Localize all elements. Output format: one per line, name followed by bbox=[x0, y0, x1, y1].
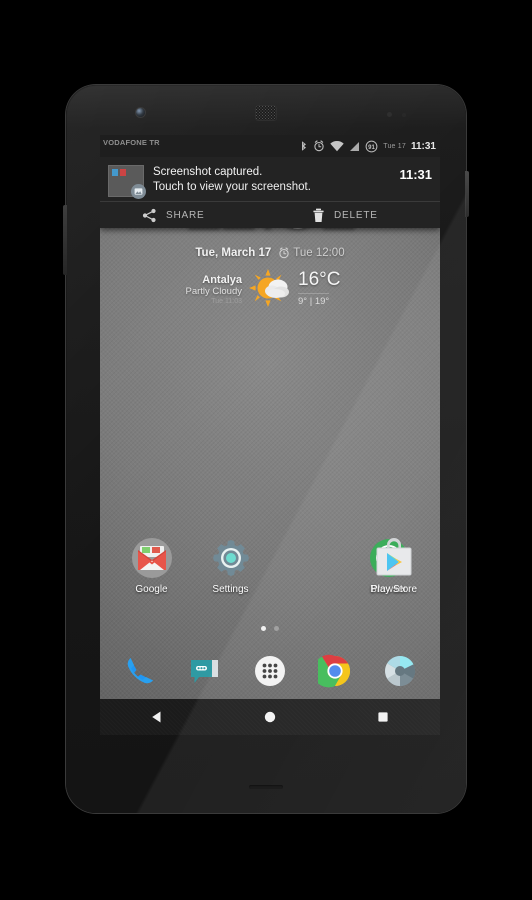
wifi-icon bbox=[330, 140, 344, 151]
dock-item-phone[interactable] bbox=[108, 654, 173, 688]
dock-item-chrome[interactable] bbox=[302, 654, 367, 688]
messaging-icon bbox=[191, 660, 219, 683]
triangle-left-icon bbox=[151, 711, 161, 723]
share-label: SHARE bbox=[166, 209, 205, 221]
status-bar-time: 11:31 bbox=[410, 140, 436, 152]
status-bar-date: Tue 17 bbox=[383, 142, 406, 150]
notification-subtitle: Touch to view your screenshot. bbox=[153, 181, 311, 193]
page-dot-2[interactable] bbox=[274, 626, 279, 631]
weather-updated-time: Tue 11:03 bbox=[211, 297, 242, 305]
screenshot-thumbnail bbox=[108, 165, 146, 199]
app-icon-play-store[interactable]: Play Store bbox=[362, 535, 426, 595]
notification-text-block: Screenshot captured. Touch to view your … bbox=[153, 165, 399, 195]
date-alarm-row: Tue, March 17 Tue 12:00 bbox=[100, 247, 440, 259]
app-label-google: Google bbox=[135, 584, 168, 595]
front-camera bbox=[136, 108, 145, 117]
recents-button[interactable] bbox=[327, 709, 440, 725]
trash-icon bbox=[313, 208, 324, 222]
status-bar: VODAFONE TR 91 Tue 17 11:31 bbox=[100, 135, 440, 157]
dock bbox=[100, 643, 440, 699]
battery-icon: 91 bbox=[365, 140, 378, 152]
share-action-button[interactable]: SHARE bbox=[100, 202, 270, 228]
gmail-icon bbox=[112, 535, 191, 581]
app-icon-google[interactable]: Google bbox=[112, 535, 191, 595]
delete-label: DELETE bbox=[334, 209, 378, 221]
dock-item-camera[interactable] bbox=[367, 654, 432, 688]
notification-title: Screenshot captured. bbox=[153, 166, 263, 178]
weather-temperature: 16°C bbox=[298, 269, 341, 290]
date-label: Tue, March 17 bbox=[195, 247, 272, 259]
share-icon bbox=[142, 208, 156, 222]
square-icon bbox=[378, 712, 388, 722]
power-button[interactable] bbox=[465, 171, 469, 217]
phone-screen: VODAFONE TR 91 Tue 17 11:31 Tue, March 1… bbox=[100, 135, 440, 735]
notification-actions: SHARE DELETE bbox=[100, 201, 440, 228]
volume-button[interactable] bbox=[63, 205, 67, 275]
app-icon-settings[interactable]: Settings bbox=[191, 535, 270, 595]
play-store-icon bbox=[362, 535, 426, 581]
bluetooth-icon bbox=[302, 141, 307, 151]
gear-icon bbox=[191, 535, 270, 581]
app-slot-empty bbox=[270, 535, 349, 595]
cellular-signal-icon bbox=[350, 141, 360, 151]
home-button[interactable] bbox=[213, 709, 326, 725]
chrome-icon bbox=[317, 654, 350, 688]
image-icon bbox=[131, 184, 146, 199]
proximity-sensor bbox=[387, 112, 392, 117]
delete-action-button[interactable]: DELETE bbox=[270, 202, 440, 228]
circle-icon bbox=[264, 711, 276, 723]
alarm-time-label: Tue 12:00 bbox=[293, 247, 345, 259]
app-drawer-icon bbox=[254, 656, 285, 686]
weather-city: Antalya bbox=[202, 273, 242, 286]
weather-condition: Partly Cloudy bbox=[185, 285, 243, 297]
status-bar-icons: 91 Tue 17 11:31 bbox=[300, 135, 436, 157]
weather-temperature-block: 16°C 9° | 19° bbox=[298, 269, 384, 309]
app-label-settings: Settings bbox=[212, 584, 249, 595]
navigation-bar bbox=[100, 699, 440, 735]
notification-time: 11:31 bbox=[399, 167, 432, 182]
bottom-speaker bbox=[249, 785, 283, 789]
earpiece-speaker bbox=[255, 105, 277, 121]
notification-item[interactable]: Screenshot captured. Touch to view your … bbox=[100, 157, 440, 201]
weather-location-block: Antalya Partly Cloudy Tue 11:03 bbox=[156, 273, 243, 305]
phone-icon bbox=[128, 658, 154, 684]
page-indicator bbox=[100, 626, 440, 631]
alarm-clock-icon bbox=[279, 247, 289, 259]
page-dot-1[interactable] bbox=[261, 626, 266, 631]
weather-widget[interactable]: Antalya Partly Cloudy Tue 11:03 16°C 9° … bbox=[100, 267, 440, 311]
next-alarm: Tue 12:00 bbox=[278, 247, 345, 259]
sun-behind-cloud-icon bbox=[248, 267, 292, 311]
dock-item-messaging[interactable] bbox=[173, 654, 238, 688]
carrier-label: VODAFONE TR bbox=[103, 138, 160, 147]
battery-level-text: 91 bbox=[368, 144, 375, 150]
weather-high-low: 9° | 19° bbox=[298, 293, 330, 307]
camera-icon bbox=[384, 656, 415, 686]
light-sensor bbox=[402, 113, 406, 117]
dock-item-app-drawer[interactable] bbox=[238, 654, 303, 688]
app-label-play-store: Play Store bbox=[370, 584, 418, 595]
alarm-icon bbox=[314, 140, 324, 152]
phone-device: VODAFONE TR 91 Tue 17 11:31 Tue, March 1… bbox=[63, 85, 469, 813]
back-button[interactable] bbox=[100, 709, 213, 725]
